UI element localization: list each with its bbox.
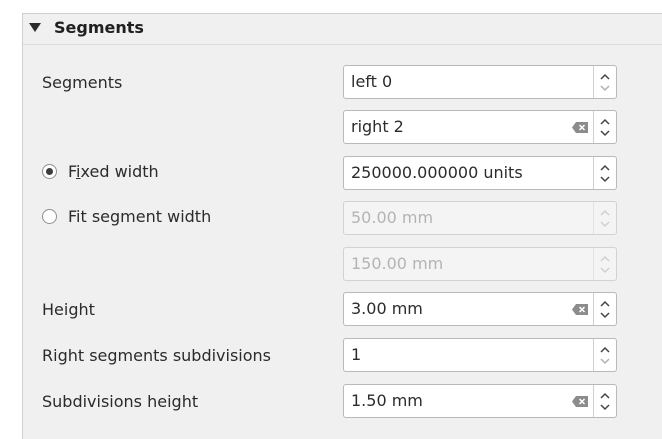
fit-min-spin bbox=[593, 202, 616, 234]
fixed-width-label-pre: F bbox=[68, 162, 77, 181]
spin-down-icon bbox=[600, 267, 610, 274]
right-subdivisions-value: 1 bbox=[351, 345, 362, 364]
fit-min-value: 50.00 mm bbox=[351, 208, 434, 227]
spin-down-icon[interactable] bbox=[600, 311, 610, 319]
fit-max-spinbox: 150.00 mm bbox=[343, 247, 617, 281]
subdivisions-height-spinbox[interactable]: 1.50 mm bbox=[343, 384, 617, 418]
height-spinbox[interactable]: 3.00 mm bbox=[343, 292, 617, 326]
spin-down-icon bbox=[600, 221, 610, 228]
spin-up-icon[interactable] bbox=[600, 392, 610, 400]
spin-down-icon[interactable] bbox=[600, 357, 610, 365]
spin-up-icon[interactable] bbox=[600, 300, 610, 308]
right-subdivisions-spinbox[interactable]: 1 bbox=[343, 338, 617, 372]
fit-max-value: 150.00 mm bbox=[351, 254, 444, 273]
collapse-triangle-icon[interactable] bbox=[29, 23, 41, 33]
fit-segment-width-radio[interactable] bbox=[42, 209, 57, 224]
fixed-width-label-post: xed width bbox=[80, 162, 159, 181]
subdivisions-height-spin[interactable] bbox=[593, 385, 616, 417]
spin-down-icon[interactable] bbox=[600, 129, 610, 137]
fit-max-spin bbox=[593, 248, 616, 280]
segments-right-value: right 2 bbox=[351, 117, 404, 136]
fixed-width-label: Fixed width bbox=[68, 162, 159, 181]
spin-up-icon bbox=[600, 209, 610, 216]
right-subdivisions-spin[interactable] bbox=[593, 339, 616, 371]
spin-up-icon[interactable] bbox=[600, 118, 610, 126]
fixed-width-radio-row[interactable]: Fixed width bbox=[42, 162, 159, 181]
height-value: 3.00 mm bbox=[351, 299, 423, 318]
segments-right-spinbox[interactable]: right 2 bbox=[343, 110, 617, 144]
segments-group: Segments Segments left 0 right 2 Fixed w… bbox=[22, 13, 662, 439]
segments-left-spin[interactable] bbox=[593, 66, 616, 98]
spin-down-icon[interactable] bbox=[600, 175, 610, 183]
fixed-width-spin[interactable] bbox=[593, 157, 616, 189]
spin-up-icon[interactable] bbox=[600, 164, 610, 172]
fit-min-spinbox: 50.00 mm bbox=[343, 201, 617, 235]
fixed-width-spinbox[interactable]: 250000.000000 units bbox=[343, 156, 617, 190]
segments-group-title: Segments bbox=[54, 18, 144, 37]
fit-segment-width-label: Fit segment width bbox=[68, 207, 212, 226]
spin-down-icon[interactable] bbox=[600, 84, 610, 92]
clear-text-icon[interactable] bbox=[572, 304, 588, 315]
segments-right-spin[interactable] bbox=[593, 111, 616, 143]
fit-segment-width-radio-row[interactable]: Fit segment width bbox=[42, 207, 211, 226]
clear-text-icon[interactable] bbox=[572, 396, 588, 407]
fixed-width-value: 250000.000000 units bbox=[351, 163, 523, 182]
height-label: Height bbox=[42, 300, 95, 319]
segments-left-spinbox[interactable]: left 0 bbox=[343, 65, 617, 99]
height-spin[interactable] bbox=[593, 293, 616, 325]
right-subdivisions-label: Right segments subdivisions bbox=[42, 346, 272, 365]
spin-up-icon[interactable] bbox=[600, 73, 610, 81]
subdivisions-height-label: Subdivisions height bbox=[42, 392, 199, 411]
fixed-width-radio[interactable] bbox=[42, 164, 57, 179]
clear-text-icon[interactable] bbox=[572, 122, 588, 133]
segments-left-value: left 0 bbox=[351, 72, 393, 91]
segments-group-header[interactable]: Segments bbox=[23, 14, 662, 45]
spin-up-icon bbox=[600, 255, 610, 262]
subdivisions-height-value: 1.50 mm bbox=[351, 391, 423, 410]
spin-down-icon[interactable] bbox=[600, 403, 610, 411]
spin-up-icon[interactable] bbox=[600, 346, 610, 354]
segments-label: Segments bbox=[42, 73, 123, 92]
